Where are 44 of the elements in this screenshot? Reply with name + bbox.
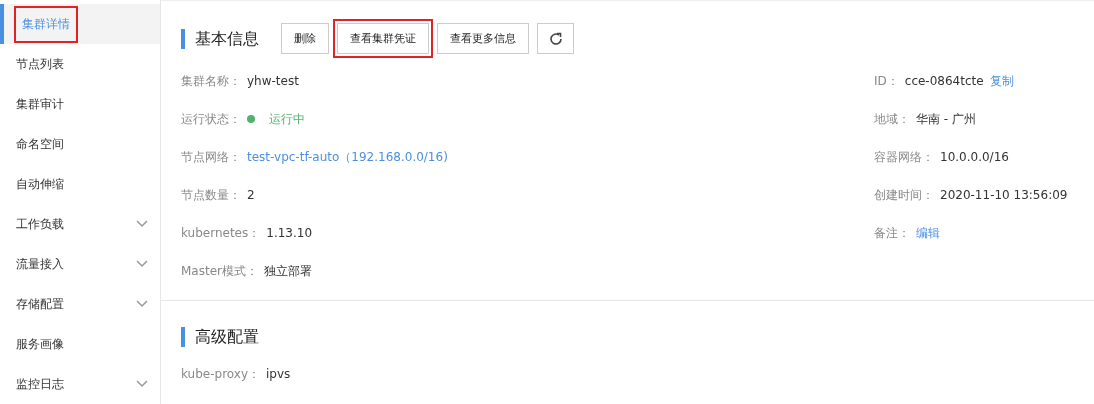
- field-label: 地域：: [874, 110, 910, 128]
- section-title: 基本信息: [181, 28, 259, 49]
- field-value: 2: [247, 188, 255, 202]
- sidebar-item[interactable]: 自动伸缩: [0, 164, 160, 204]
- action-button[interactable]: 查看更多信息: [437, 23, 529, 54]
- field-value: 1.13.10: [266, 226, 313, 240]
- field-label: 集群名称：: [181, 72, 241, 90]
- field-value: ipvs: [266, 367, 291, 381]
- action-button[interactable]: 查看集群凭证: [337, 23, 429, 54]
- field-label: Master模式：: [181, 262, 258, 280]
- field-label: 容器网络：: [874, 148, 934, 166]
- refresh-icon: [547, 30, 564, 47]
- sidebar-item[interactable]: 服务画像: [0, 324, 160, 364]
- sidebar-item[interactable]: 存储配置: [0, 284, 160, 324]
- field-label: 节点网络：: [181, 148, 241, 166]
- chevron-down-icon: [136, 300, 148, 308]
- sidebar-item[interactable]: 工作负载: [0, 204, 160, 244]
- sidebar-item[interactable]: 流量接入: [0, 244, 160, 284]
- field-value: 华南 - 广州: [916, 110, 976, 128]
- field-label: 创建时间：: [874, 186, 934, 204]
- sidebar-item[interactable]: 集群审计: [0, 84, 160, 124]
- chevron-down-icon: [136, 220, 148, 228]
- field-value: 10.0.0.0/16: [940, 150, 1009, 164]
- sidebar-item[interactable]: 节点列表: [0, 44, 160, 84]
- field-label: 节点数量：: [181, 186, 241, 204]
- field-value: 2020-11-10 13:56:09: [940, 188, 1068, 202]
- field-value: 独立部署: [264, 262, 312, 280]
- sidebar-item[interactable]: 监控日志: [0, 364, 160, 404]
- field-label: 运行状态：: [181, 110, 241, 128]
- chevron-down-icon: [136, 380, 148, 388]
- sidebar-item[interactable]: 命名空间: [0, 124, 160, 164]
- field-label: kube-proxy：: [181, 365, 260, 383]
- field-link[interactable]: 复制: [989, 72, 1014, 90]
- section-title: 高级配置: [181, 327, 259, 347]
- chevron-down-icon: [136, 260, 148, 268]
- field-label: kubernetes：: [181, 224, 261, 242]
- status-text: 运行中: [269, 110, 305, 128]
- field-link[interactable]: 编辑: [916, 224, 940, 242]
- field-label: ID：: [874, 72, 899, 90]
- field-value: yhw-test: [247, 74, 299, 88]
- refresh-button[interactable]: [537, 23, 574, 54]
- field-label: 备注：: [874, 224, 910, 242]
- field-value: cce-0864tcte: [904, 74, 984, 88]
- action-button[interactable]: 删除: [281, 23, 329, 54]
